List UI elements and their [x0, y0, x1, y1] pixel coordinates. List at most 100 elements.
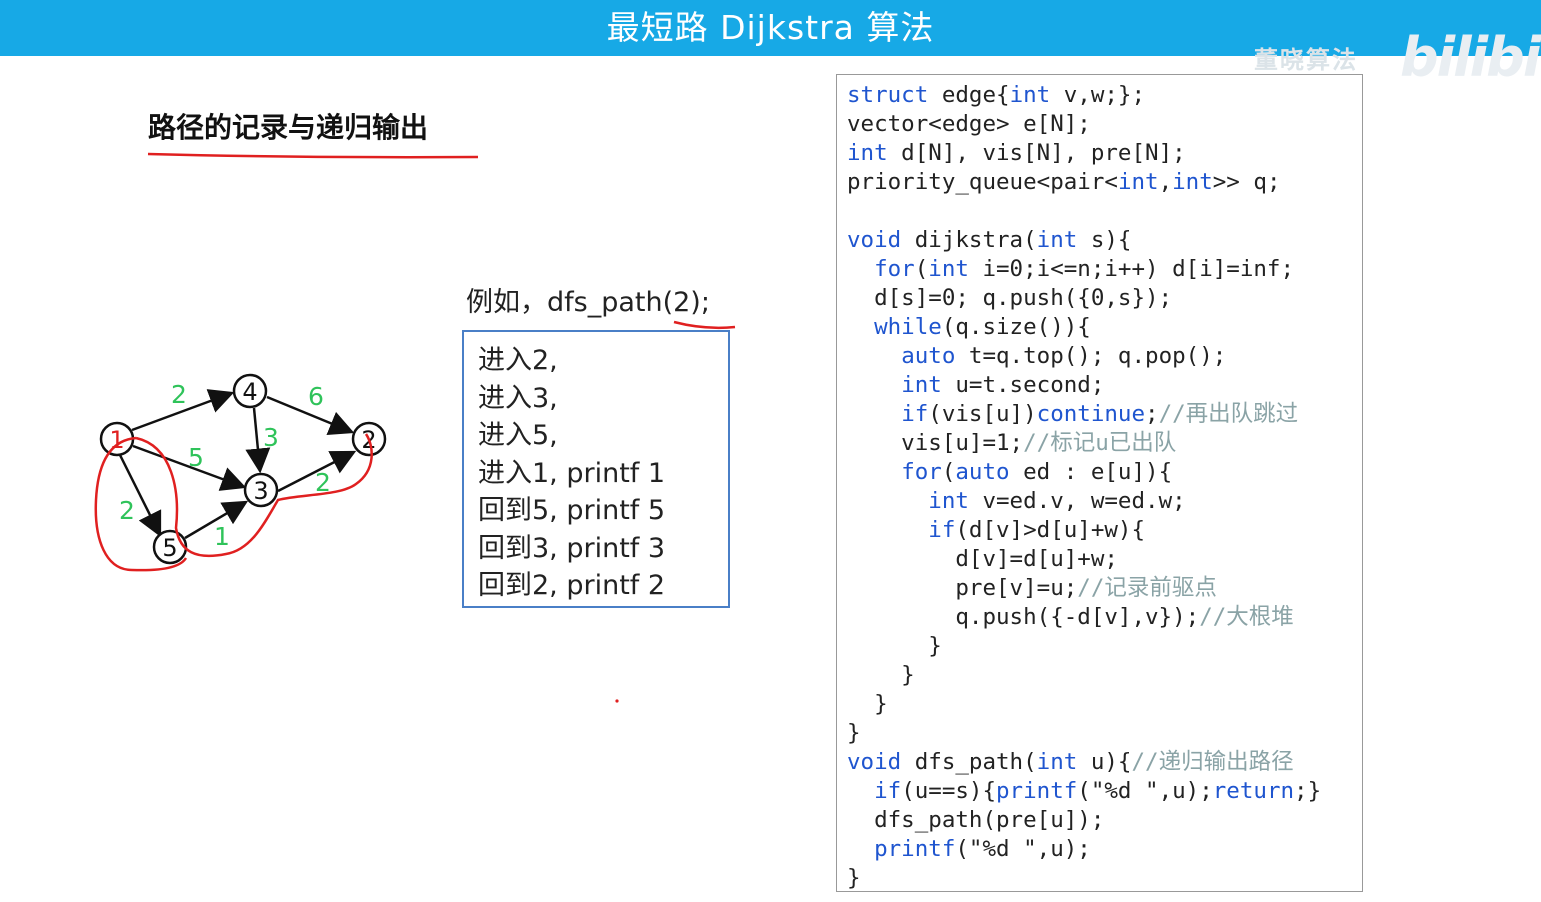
trace-step: 进入1, printf 1 [478, 458, 666, 489]
code-line: struct edge{int v,w;}; [847, 81, 1321, 110]
code-comment: //递归输出路径 [1131, 749, 1294, 775]
code-keyword: int [847, 140, 888, 166]
code-text: v,w;}; [1050, 82, 1146, 108]
code-text: ed : e[u]){ [1009, 459, 1173, 485]
code-text: ("%d ",u); [955, 836, 1091, 862]
code-line: d[s]=0; q.push({0,s}); [847, 284, 1321, 313]
code-keyword: void [847, 227, 902, 253]
code-text: i=0;i<=n;i++) d[i]=inf; [968, 256, 1295, 282]
code-keyword: struct [847, 82, 929, 108]
edge-weight: 5 [188, 443, 204, 472]
code-text: vector<edge> e[N]; [847, 111, 1091, 137]
code-text: (u==s){ [901, 778, 997, 804]
code-line: if(d[v]>d[u]+w){ [847, 516, 1321, 545]
code-comment: //记录前驱点 [1077, 575, 1217, 601]
code-text: } [847, 691, 888, 717]
code-line: printf("%d ",u); [847, 835, 1321, 864]
trace-step: 进入2, [478, 345, 558, 376]
node-label: 3 [253, 477, 268, 505]
code-keyword: printf [996, 778, 1078, 804]
edge-weight: 3 [263, 423, 279, 452]
code-line: int u=t.second; [847, 371, 1321, 400]
code-keyword: if [901, 401, 929, 427]
code-line: if(vis[u])continue;//再出队跳过 [847, 400, 1321, 429]
code-text: edge{ [928, 82, 1010, 108]
code-keyword: if [928, 517, 956, 543]
code-line: priority_queue<pair<int,int>> q; [847, 168, 1321, 197]
code-keyword: continue [1036, 401, 1146, 427]
code-text: (vis[u]) [928, 401, 1037, 427]
code-text: u){ [1077, 749, 1132, 775]
code-text: (d[v]>d[u]+w){ [955, 517, 1146, 543]
code-text: , [1158, 169, 1173, 195]
code-line: while(q.size()){ [847, 313, 1321, 342]
code-block: struct edge{int v,w;}; vector<edge> e[N];… [847, 81, 1321, 893]
edge-weight: 2 [171, 380, 187, 409]
code-line: vector<edge> e[N]; [847, 110, 1321, 139]
code-text: d[N], vis[N], pre[N]; [887, 140, 1186, 166]
code-text: ;} [1294, 778, 1322, 804]
code-keyword: while [874, 314, 942, 340]
node-label: 4 [242, 378, 257, 406]
code-comment: //标记u已出队 [1023, 430, 1177, 456]
code-keyword: int [1172, 169, 1213, 195]
code-line: for(int i=0;i<=n;i++) d[i]=inf; [847, 255, 1321, 284]
code-keyword: return [1212, 778, 1295, 804]
code-line: } [847, 661, 1321, 690]
code-keyword: int [1009, 82, 1051, 108]
code-text: v=ed.v, w=ed.w; [968, 488, 1186, 514]
code-keyword: auto [955, 459, 1010, 485]
code-keyword: auto [901, 343, 956, 369]
trace-step: 回到3, printf 3 [478, 533, 666, 564]
code-line: int v=ed.v, w=ed.w; [847, 487, 1321, 516]
code-text: ("%d ",u); [1077, 778, 1213, 804]
code-line: void dfs_path(int u){//递归输出路径 [847, 748, 1321, 777]
code-comment: //大根堆 [1199, 604, 1294, 630]
code-text: priority_queue<pair< [847, 169, 1118, 195]
trace-box: 进入2, 进入3, 进入5, 进入1, printf 1 回到5, printf… [462, 330, 730, 608]
code-text: s){ [1077, 227, 1132, 253]
code-line: pre[v]=u;//记录前驱点 [847, 574, 1321, 603]
graph-edges [118, 389, 357, 540]
code-line: auto t=q.top(); q.pop(); [847, 342, 1321, 371]
edge-weight: 2 [119, 496, 135, 525]
code-comment: //再出队跳过 [1158, 401, 1299, 427]
code-keyword: int [928, 488, 969, 514]
code-panel: struct edge{int v,w;}; vector<edge> e[N];… [836, 74, 1363, 892]
code-text: ( [914, 256, 929, 282]
code-text: dijkstra( [901, 227, 1037, 253]
code-line: } [847, 690, 1321, 719]
edge-weight: 1 [214, 522, 230, 551]
code-text: (q.size()){ [941, 314, 1091, 340]
code-keyword: void [847, 749, 902, 775]
code-text: } [847, 720, 861, 746]
trace-step: 回到2, printf 2 [478, 570, 666, 601]
code-keyword: printf [874, 836, 956, 862]
code-text: ( [941, 459, 956, 485]
code-text: ; [1145, 401, 1159, 427]
code-text: dfs_path( [901, 749, 1037, 775]
code-text: } [847, 662, 915, 688]
code-line: d[v]=d[u]+w; [847, 545, 1321, 574]
code-text: >> q; [1212, 169, 1281, 195]
code-keyword: for [901, 459, 942, 485]
code-keyword: int [901, 372, 942, 398]
code-text: d[s]=0; q.push({0,s}); [847, 285, 1173, 311]
code-text: u=t.second; [941, 372, 1105, 398]
code-line: } [847, 632, 1321, 661]
code-keyword: int [1036, 227, 1078, 253]
code-keyword: for [874, 256, 915, 282]
node-label: 5 [162, 534, 177, 562]
code-keyword: int [928, 256, 969, 282]
code-line: int d[N], vis[N], pre[N]; [847, 139, 1321, 168]
